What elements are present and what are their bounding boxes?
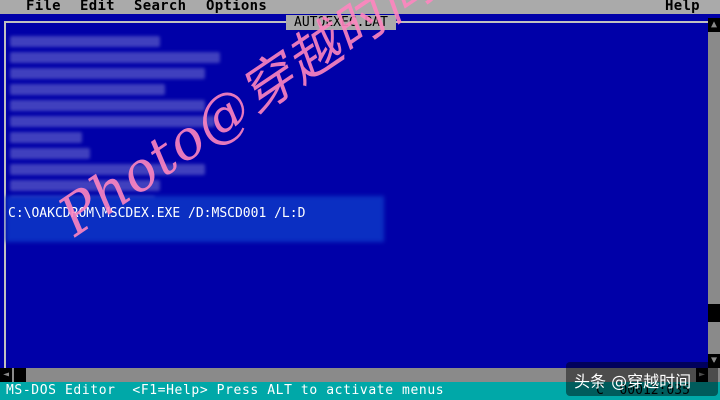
vertical-scrollbar[interactable]: ▲ ▼ bbox=[708, 18, 720, 368]
menu-edit[interactable]: Edit bbox=[80, 0, 115, 14]
obscured-text-line bbox=[10, 148, 90, 159]
obscured-text-line bbox=[10, 68, 205, 79]
menu-search[interactable]: Search bbox=[134, 0, 186, 14]
scroll-up-arrow-icon[interactable]: ▲ bbox=[708, 18, 720, 32]
horizontal-scroll-thumb[interactable] bbox=[14, 368, 26, 382]
obscured-text-line bbox=[10, 52, 220, 63]
scroll-left-arrow-icon[interactable]: ◄ bbox=[0, 368, 12, 382]
menu-file[interactable]: File bbox=[26, 0, 61, 14]
editor-text-line[interactable]: C:\OAKCDROM\MSCDEX.EXE /D:MSCD001 /L:D bbox=[8, 206, 305, 222]
menu-options[interactable]: Options bbox=[206, 0, 267, 14]
status-help-text: MS-DOS Editor <F1=Help> Press ALT to act… bbox=[6, 383, 445, 398]
obscured-text-line bbox=[10, 36, 160, 47]
obscured-text-line bbox=[10, 84, 165, 95]
obscured-text-line bbox=[10, 132, 82, 143]
vertical-scroll-thumb[interactable] bbox=[708, 304, 720, 322]
brand-overlay-text: 头条 @穿越时间 bbox=[574, 372, 692, 391]
editor-frame-left bbox=[4, 21, 6, 368]
menu-help[interactable]: Help bbox=[665, 0, 700, 14]
